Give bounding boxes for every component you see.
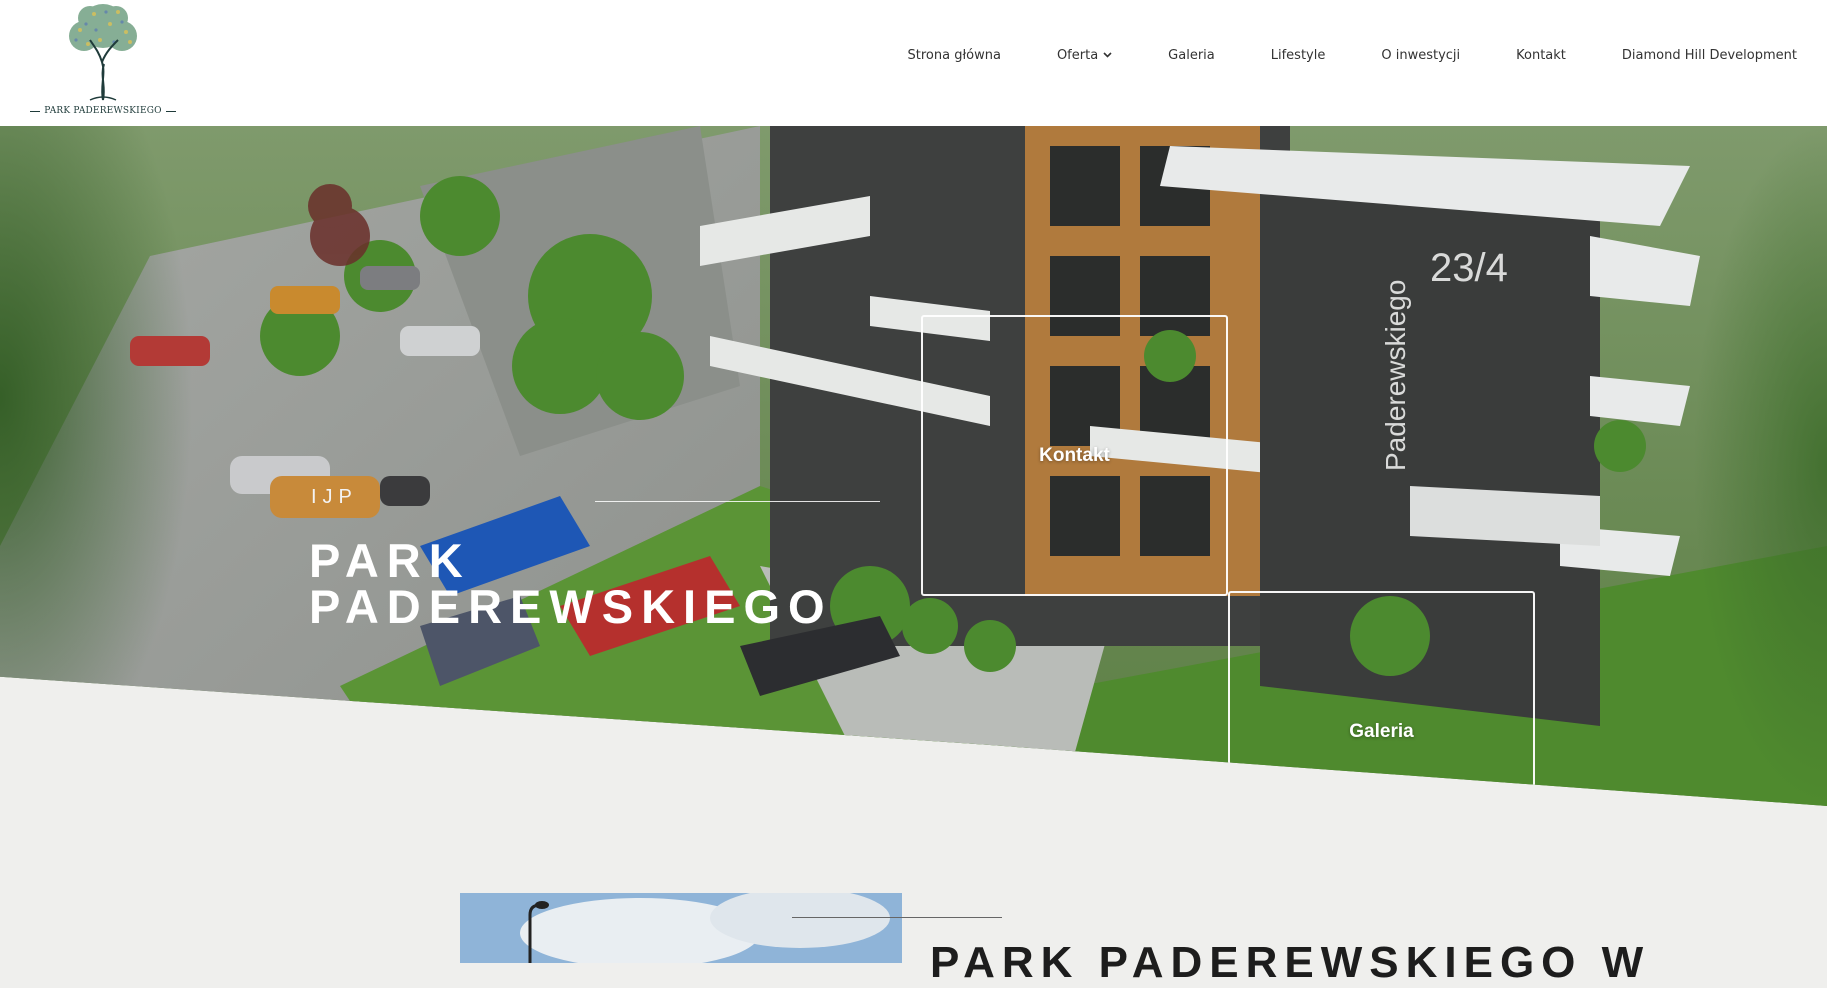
site-header: PARK PADEREWSKIEGO Strona główna Oferta … [0,0,1827,126]
nav-item-diamond-hill[interactable]: Diamond Hill Development [1622,48,1797,63]
chevron-down-icon [1103,51,1112,61]
tree-logo-icon [69,4,137,101]
hero-box-label: Galeria [1349,721,1414,742]
nav-item-lifestyle[interactable]: Lifestyle [1271,48,1326,63]
nav-item-strona-glowna[interactable]: Strona główna [908,48,1001,63]
hero-title: PARK PADEREWSKIEGO [309,534,833,633]
hero-eyebrow: IJP [311,486,358,508]
nav-item-galeria[interactable]: Galeria [1168,48,1215,63]
hero-box-kontakt[interactable]: Kontakt [921,315,1228,596]
nav-item-oferta[interactable]: Oferta [1057,48,1112,63]
nav-item-o-inwestycji[interactable]: O inwestycji [1381,48,1460,63]
hero-box-galeria[interactable]: Galeria [1228,591,1535,806]
intro-divider [792,917,1002,918]
hero-background-image: 23/4 Paderewskiego [0,126,1827,806]
nav-item-kontakt[interactable]: Kontakt [1516,48,1566,63]
intro-photo [460,893,902,963]
building-number-sign: 23/4 [1430,246,1508,290]
logo-text: PARK PADEREWSKIEGO [44,106,162,116]
building-street-sign: Paderewskiego [1380,280,1411,471]
hero-eyebrow-divider [595,501,880,502]
logo-wordmark: PARK PADEREWSKIEGO [30,106,176,116]
site-logo[interactable]: PARK PADEREWSKIEGO [30,0,176,122]
hero-section: 23/4 Paderewskiego IJP PARK PADEREWSKIEG… [0,126,1827,806]
hero-box-label: Kontakt [1039,445,1110,466]
intro-heading: PARK PADEREWSKIEGO W [930,938,1651,987]
main-nav: Strona główna Oferta Galeria Lifestyle O… [908,48,1797,63]
